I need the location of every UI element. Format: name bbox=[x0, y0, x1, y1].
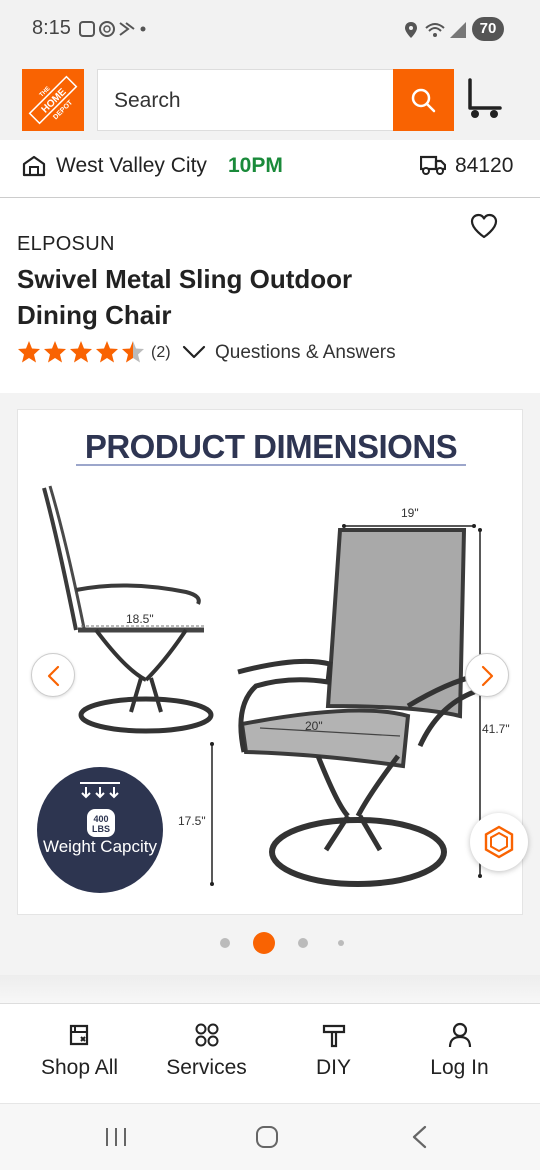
previous-image-button[interactable] bbox=[31, 653, 75, 697]
bottom-navigation: Shop All Services DIY Log In bbox=[0, 1003, 540, 1103]
ar-view-button[interactable] bbox=[470, 813, 528, 871]
search-placeholder: Search bbox=[114, 89, 181, 112]
status-system-icons bbox=[405, 22, 466, 38]
app-header: HOME THE DEPOT Search bbox=[0, 60, 540, 140]
dim-seat-height: 17.5" bbox=[178, 814, 206, 828]
favorite-heart-icon[interactable] bbox=[470, 213, 498, 239]
pagination-dot[interactable] bbox=[298, 938, 308, 948]
pagination-dot-active[interactable] bbox=[253, 932, 275, 954]
product-brand[interactable]: ELPOSUN bbox=[17, 233, 115, 256]
review-count[interactable]: (2) bbox=[151, 344, 171, 362]
dim-seat-width: 20" bbox=[305, 719, 323, 733]
search-button[interactable] bbox=[393, 69, 454, 131]
home-icon[interactable] bbox=[255, 1125, 279, 1149]
chevron-right-icon bbox=[481, 665, 494, 687]
store-location-bar[interactable]: West Valley City 10PM 84120 bbox=[0, 140, 540, 198]
down-arrows-icon bbox=[80, 782, 120, 799]
cart-icon bbox=[468, 78, 502, 118]
nav-label: Log In bbox=[430, 1056, 489, 1079]
nav-services[interactable]: Services bbox=[139, 1004, 274, 1104]
rating-stars-icon bbox=[18, 341, 144, 363]
store-name: West Valley City bbox=[56, 154, 207, 177]
battery-indicator: 70 bbox=[472, 17, 504, 41]
delivery-truck-icon bbox=[420, 155, 446, 175]
nav-log-in[interactable]: Log In bbox=[392, 1004, 527, 1104]
recent-apps-icon[interactable] bbox=[104, 1126, 128, 1148]
cart-button[interactable] bbox=[466, 78, 502, 120]
notification-icons bbox=[79, 21, 146, 37]
nav-label: Shop All bbox=[40, 1056, 119, 1079]
weight-capacity-badge: 400 LBS Weight Capcity bbox=[37, 767, 163, 893]
carousel-pagination bbox=[0, 928, 540, 958]
status-bar: 8:15 70 bbox=[0, 0, 540, 60]
nav-shop-all[interactable]: Shop All bbox=[12, 1004, 147, 1104]
system-navigation-bar bbox=[0, 1103, 540, 1170]
diy-icon bbox=[322, 1024, 346, 1048]
back-icon[interactable] bbox=[410, 1125, 428, 1149]
section-divider bbox=[0, 975, 540, 1003]
pagination-dot[interactable] bbox=[338, 940, 344, 946]
front-view-chair-illustration bbox=[210, 524, 484, 887]
product-title: Swivel Metal Sling Outdoor Dining Chair bbox=[17, 264, 353, 330]
dim-depth: 18.5" bbox=[126, 612, 154, 626]
hexagon-cube-icon bbox=[484, 825, 514, 859]
badge-label: Weight Capcity bbox=[42, 837, 157, 856]
questions-answers-link[interactable]: Questions & Answers bbox=[215, 342, 396, 364]
chevron-down-icon[interactable] bbox=[182, 344, 206, 360]
next-image-button[interactable] bbox=[465, 653, 509, 697]
services-icon bbox=[195, 1023, 219, 1047]
product-image[interactable]: PRODUCT DIMENSIONS 18.5" 19" 20" 41.7" 1… bbox=[17, 409, 523, 915]
app-screen: 8:15 70 HOME THE DEPOT Search West Valle… bbox=[0, 0, 540, 1170]
search-input[interactable]: Search bbox=[97, 69, 393, 131]
delivery-zip: 84120 bbox=[455, 154, 514, 177]
nav-diy[interactable]: DIY bbox=[266, 1004, 401, 1104]
chevron-left-icon bbox=[47, 665, 60, 687]
star-rating[interactable] bbox=[17, 340, 147, 364]
status-time: 8:15 bbox=[32, 17, 71, 39]
search-icon bbox=[411, 88, 436, 113]
dim-width: 19" bbox=[401, 506, 419, 520]
user-icon bbox=[448, 1022, 472, 1048]
image-heading: PRODUCT DIMENSIONS bbox=[84, 428, 458, 465]
status-notification-icons bbox=[78, 19, 148, 39]
store-icon bbox=[22, 155, 46, 177]
pagination-dot[interactable] bbox=[220, 938, 230, 948]
nav-label: Services bbox=[166, 1056, 247, 1079]
store-hours: 10PM bbox=[228, 154, 283, 177]
home-depot-logo[interactable]: HOME THE DEPOT bbox=[22, 69, 84, 131]
nav-label: DIY bbox=[315, 1056, 351, 1079]
dim-height: 41.7" bbox=[482, 722, 510, 736]
heading-underline bbox=[76, 464, 466, 466]
shop-all-icon bbox=[69, 1024, 89, 1046]
logo-mark: HOME THE DEPOT bbox=[22, 69, 84, 131]
weight-icon: 400 LBS bbox=[87, 809, 115, 837]
